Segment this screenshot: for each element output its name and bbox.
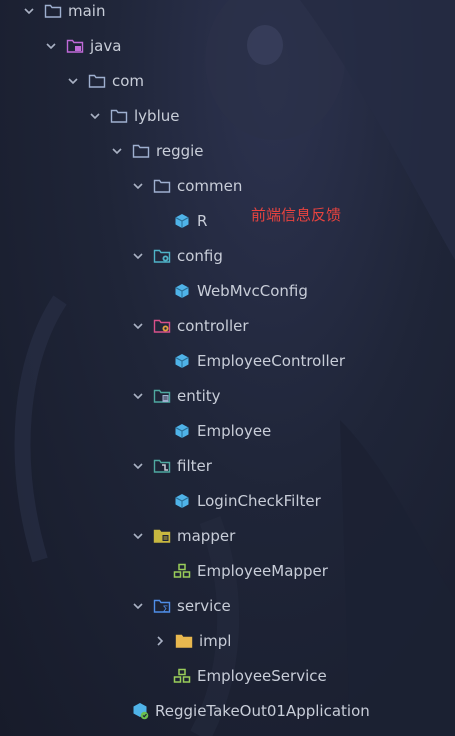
tree-item-r[interactable]: R	[173, 203, 207, 238]
tree-item-reggie[interactable]: reggie	[110, 133, 204, 168]
chevron-down-icon[interactable]	[131, 249, 145, 263]
class-icon	[173, 212, 191, 230]
tree-item-label: mapper	[177, 526, 236, 545]
tree-item-service[interactable]: Σ service	[131, 588, 231, 623]
tree-item-label: service	[177, 596, 231, 615]
tree-item-employeemapper[interactable]: EmployeeMapper	[173, 553, 328, 588]
chevron-down-icon[interactable]	[131, 529, 145, 543]
tree-item-com[interactable]: com	[66, 63, 144, 98]
tree-item-impl[interactable]: impl	[153, 623, 231, 658]
tree-item-main[interactable]: main	[22, 0, 105, 28]
tree-item-label: reggie	[156, 141, 204, 160]
tree-item-label: EmployeeController	[197, 351, 346, 370]
chevron-down-icon[interactable]	[88, 109, 102, 123]
tree-item-label: entity	[177, 386, 221, 405]
folder-icon	[175, 632, 193, 650]
tree-item-label: filter	[177, 456, 212, 475]
filter-folder-icon	[153, 457, 171, 475]
chevron-down-icon[interactable]	[66, 74, 80, 88]
tree-item-webmvcconfig[interactable]: WebMvcConfig	[173, 273, 308, 308]
tree-item-employee[interactable]: Employee	[173, 413, 271, 448]
chevron-down-icon[interactable]	[131, 459, 145, 473]
tree-item-label: com	[112, 71, 145, 90]
class-icon	[173, 492, 191, 510]
interface-icon	[173, 667, 191, 685]
tree-item-java[interactable]: java	[44, 28, 121, 63]
java-source-folder-icon	[66, 37, 84, 55]
tree-item-label: commen	[177, 176, 243, 195]
tree-item-label: R	[197, 211, 208, 230]
chevron-down-icon[interactable]	[131, 179, 145, 193]
tree-item-config[interactable]: config	[131, 238, 223, 273]
tree-item-application[interactable]: ReggieTakeOut01Application	[131, 693, 370, 728]
tree-item-label: lyblue	[134, 106, 180, 125]
chevron-down-icon[interactable]	[131, 599, 145, 613]
interface-icon	[173, 562, 191, 580]
tree-item-label: EmployeeMapper	[197, 561, 328, 580]
chevron-down-icon[interactable]	[131, 389, 145, 403]
tree-item-label: ReggieTakeOut01Application	[155, 701, 370, 720]
entity-folder-icon	[153, 387, 171, 405]
tree-item-label: java	[90, 36, 122, 55]
chevron-right-icon[interactable]	[153, 634, 167, 648]
service-folder-icon: Σ	[153, 597, 171, 615]
controller-folder-icon	[153, 317, 171, 335]
folder-icon	[132, 142, 150, 160]
folder-icon	[110, 107, 128, 125]
chevron-down-icon[interactable]	[110, 144, 124, 158]
folder-icon	[88, 72, 106, 90]
tree-item-logincheckfilter[interactable]: LoginCheckFilter	[173, 483, 321, 518]
tree-item-employeecontroller[interactable]: EmployeeController	[173, 343, 345, 378]
tree-item-mapper[interactable]: mapper	[131, 518, 235, 553]
class-icon	[173, 352, 191, 370]
tree-item-label: LoginCheckFilter	[197, 491, 321, 510]
chevron-down-icon[interactable]	[22, 4, 36, 18]
tree-item-label: config	[177, 246, 223, 265]
chevron-down-icon[interactable]	[44, 39, 58, 53]
class-icon	[173, 422, 191, 440]
spring-boot-class-icon	[131, 702, 149, 720]
tree-item-controller[interactable]: controller	[131, 308, 249, 343]
tree-item-label: main	[68, 1, 106, 20]
folder-icon	[44, 2, 62, 20]
tree-item-employeeservice[interactable]: EmployeeService	[173, 658, 327, 693]
tree-item-label: EmployeeService	[197, 666, 327, 685]
svg-text:Σ: Σ	[163, 605, 169, 614]
tree-item-lyblue[interactable]: lyblue	[88, 98, 179, 133]
tree-item-label: WebMvcConfig	[197, 281, 308, 300]
config-folder-icon	[153, 247, 171, 265]
tree-item-label: controller	[177, 316, 249, 335]
class-icon	[173, 282, 191, 300]
tree-item-entity[interactable]: entity	[131, 378, 221, 413]
tree-item-commen[interactable]: commen	[131, 168, 242, 203]
mapper-folder-icon	[153, 527, 171, 545]
tree-item-label: Employee	[197, 421, 272, 440]
chevron-down-icon[interactable]	[131, 319, 145, 333]
folder-icon	[153, 177, 171, 195]
annotation-note: 前端信息反馈	[251, 206, 342, 224]
tree-item-label: impl	[199, 631, 232, 650]
tree-item-filter[interactable]: filter	[131, 448, 212, 483]
